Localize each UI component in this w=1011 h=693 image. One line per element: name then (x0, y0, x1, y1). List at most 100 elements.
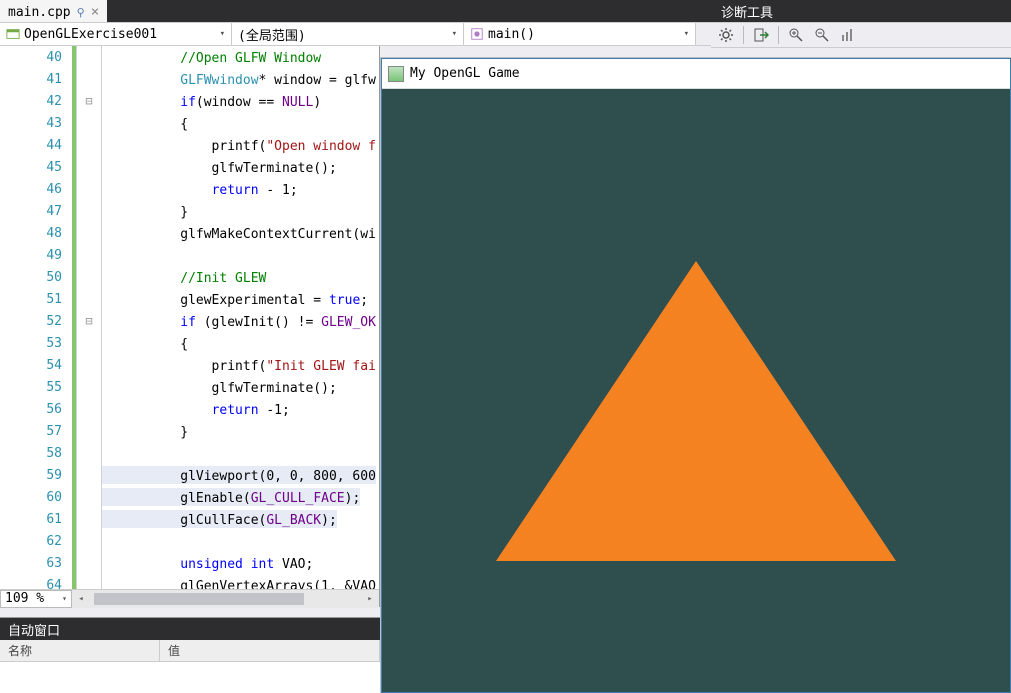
scope-label: (全局范围) (238, 25, 306, 44)
code-text: GLFWwindow* window = glfw (102, 70, 376, 88)
code-line[interactable]: 43 { (0, 112, 379, 134)
code-text: glEnable(GL_CULL_FACE); (102, 488, 360, 506)
code-line[interactable]: 50 //Init GLEW (0, 266, 379, 288)
project-icon (6, 27, 20, 41)
zoom-bar: 109 % ▾ ◂ ▸ (0, 589, 379, 607)
line-number: 57 (0, 424, 72, 439)
line-number: 62 (0, 534, 72, 549)
code-line[interactable]: 46 return - 1; (0, 178, 379, 200)
line-number: 64 (0, 578, 72, 590)
code-line[interactable]: 55 glfwTerminate(); (0, 376, 379, 398)
col-value[interactable]: 值 (160, 640, 380, 661)
code-text: } (102, 202, 188, 220)
function-selector[interactable]: main() ▾ (464, 23, 696, 45)
code-line[interactable]: 42 ⊟ if(window == NULL) (0, 90, 379, 112)
code-line[interactable]: 62 (0, 530, 379, 552)
code-line[interactable]: 57 } (0, 420, 379, 442)
code-line[interactable]: 58 (0, 442, 379, 464)
line-number: 48 (0, 226, 72, 241)
code-text: return -1; (102, 400, 290, 418)
code-line[interactable]: 47 } (0, 200, 379, 222)
chevron-down-icon: ▾ (684, 29, 689, 39)
code-line[interactable]: 53 { (0, 332, 379, 354)
code-line[interactable]: 63 unsigned int VAO; (0, 552, 379, 574)
code-line[interactable]: 44 printf("Open window f (0, 134, 379, 156)
code-line[interactable]: 52 ⊟ if (glewInit() != GLEW_OK (0, 310, 379, 332)
code-line[interactable]: 56 return -1; (0, 398, 379, 420)
code-text: printf("Init GLEW fai (102, 356, 376, 374)
rendered-triangle (496, 261, 896, 561)
code-text: { (102, 114, 188, 132)
code-line[interactable]: 59 glViewport(0, 0, 800, 600 (0, 464, 379, 486)
code-text: glfwMakeContextCurrent(wi (102, 224, 376, 242)
autos-header[interactable]: 自动窗口 (0, 618, 380, 640)
code-text: //Open GLFW Window (102, 48, 321, 66)
gear-icon[interactable] (717, 26, 735, 44)
code-text: glCullFace(GL_BACK); (102, 510, 337, 528)
code-text: if (glewInit() != GLEW_OK (102, 312, 376, 330)
code-line[interactable]: 45 glfwTerminate(); (0, 156, 379, 178)
line-number: 52 (0, 314, 72, 329)
col-name[interactable]: 名称 (0, 640, 160, 661)
line-number: 55 (0, 380, 72, 395)
code-line[interactable]: 41 GLFWwindow* window = glfw (0, 68, 379, 90)
opengl-window-title: My OpenGL Game (410, 66, 520, 81)
line-number: 63 (0, 556, 72, 571)
diagnostics-header: 诊断工具 (711, 0, 1011, 22)
autos-columns: 名称 值 (0, 640, 380, 662)
line-number: 61 (0, 512, 72, 527)
scroll-right-icon[interactable]: ▸ (361, 590, 379, 608)
opengl-window[interactable]: My OpenGL Game (381, 58, 1011, 693)
code-line[interactable]: 51 glewExperimental = true; (0, 288, 379, 310)
editor-viewport[interactable]: 40 //Open GLFW Window41 GLFWwindow* wind… (0, 46, 379, 589)
fold-toggle[interactable]: ⊟ (77, 314, 101, 328)
function-icon (470, 27, 484, 41)
export-icon[interactable] (752, 26, 770, 44)
line-number: 44 (0, 138, 72, 153)
tab-main-cpp[interactable]: main.cpp ⚲ × (0, 0, 107, 22)
chart-icon[interactable] (839, 26, 857, 44)
separator (743, 26, 744, 44)
project-selector[interactable]: OpenGLExercise001 ▾ (0, 23, 232, 45)
line-number: 42 (0, 94, 72, 109)
close-icon[interactable]: × (91, 5, 99, 19)
scrollbar-thumb[interactable] (94, 593, 304, 605)
code-text: glGenVertexArrays(1, &VAO (102, 576, 376, 589)
line-number: 54 (0, 358, 72, 373)
code-text: glfwTerminate(); (102, 158, 337, 176)
code-line[interactable]: 61 glCullFace(GL_BACK); (0, 508, 379, 530)
pin-icon[interactable]: ⚲ (77, 6, 85, 19)
code-line[interactable]: 40 //Open GLFW Window (0, 46, 379, 68)
tab-label: main.cpp (8, 5, 71, 20)
line-number: 41 (0, 72, 72, 87)
zoom-in-icon[interactable] (787, 26, 805, 44)
line-number: 56 (0, 402, 72, 417)
line-number: 47 (0, 204, 72, 219)
line-number: 46 (0, 182, 72, 197)
code-text: } (102, 422, 188, 440)
line-number: 53 (0, 336, 72, 351)
horizontal-scrollbar[interactable]: ◂ ▸ (72, 590, 379, 608)
scope-selector[interactable]: (全局范围) ▾ (232, 23, 464, 45)
zoom-combo[interactable]: 109 % ▾ (0, 590, 72, 608)
zoom-value: 109 % (5, 591, 44, 606)
code-text: printf("Open window f (102, 136, 376, 154)
line-number: 60 (0, 490, 72, 505)
line-number: 50 (0, 270, 72, 285)
fold-toggle[interactable]: ⊟ (77, 94, 101, 108)
code-line[interactable]: 49 (0, 244, 379, 266)
code-line[interactable]: 54 printf("Init GLEW fai (0, 354, 379, 376)
autos-body (0, 662, 380, 693)
code-text: if(window == NULL) (102, 92, 321, 110)
opengl-window-titlebar[interactable]: My OpenGL Game (382, 59, 1010, 89)
code-line[interactable]: 64 glGenVertexArrays(1, &VAO (0, 574, 379, 589)
code-line[interactable]: 48 glfwMakeContextCurrent(wi (0, 222, 379, 244)
code-editor[interactable]: 40 //Open GLFW Window41 GLFWwindow* wind… (0, 46, 380, 607)
code-text: return - 1; (102, 180, 298, 198)
code-line[interactable]: 60 glEnable(GL_CULL_FACE); (0, 486, 379, 508)
zoom-out-icon[interactable] (813, 26, 831, 44)
line-number: 49 (0, 248, 72, 263)
scroll-left-icon[interactable]: ◂ (72, 590, 90, 608)
code-text: //Init GLEW (102, 268, 266, 286)
code-text: unsigned int VAO; (102, 554, 313, 572)
